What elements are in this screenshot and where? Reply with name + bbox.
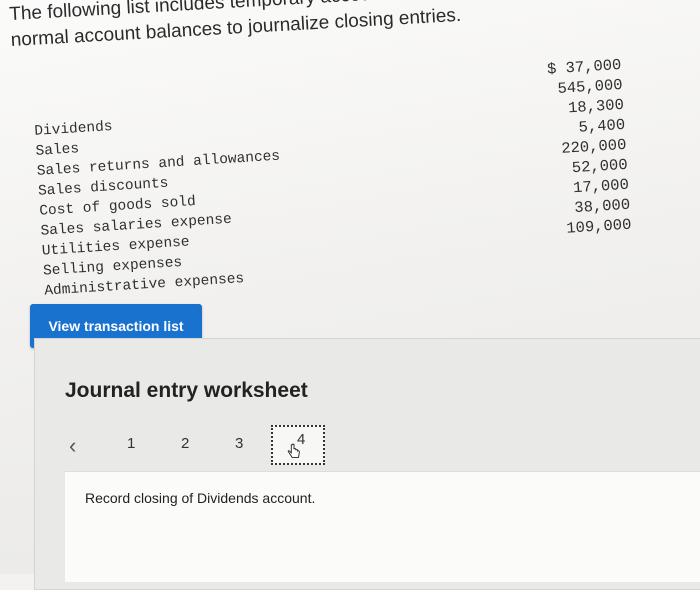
account-amounts: $ 37,000 545,000 18,300 5,400 220,000 52… [501, 55, 632, 242]
page-link-2[interactable]: 2 [181, 435, 189, 452]
worksheet-pager: ‹ 1 2 3 4 [65, 425, 385, 469]
page-link-3[interactable]: 3 [235, 435, 243, 452]
entry-content-panel: Record closing of Dividends account. [65, 471, 700, 582]
account-names: Dividends Sales Sales returns and allowa… [34, 107, 288, 302]
page-link-1[interactable]: 1 [127, 435, 135, 452]
page-link-4-current[interactable]: 4 [271, 425, 325, 465]
worksheet-title: Journal entry worksheet [65, 379, 308, 402]
journal-entry-worksheet: Journal entry worksheet ‹ 1 2 3 4 Record… [34, 338, 700, 590]
chevron-left-icon[interactable]: ‹ [69, 433, 76, 459]
pointer-hand-icon [287, 443, 300, 458]
entry-instruction: Record closing of Dividends account. [85, 490, 316, 506]
